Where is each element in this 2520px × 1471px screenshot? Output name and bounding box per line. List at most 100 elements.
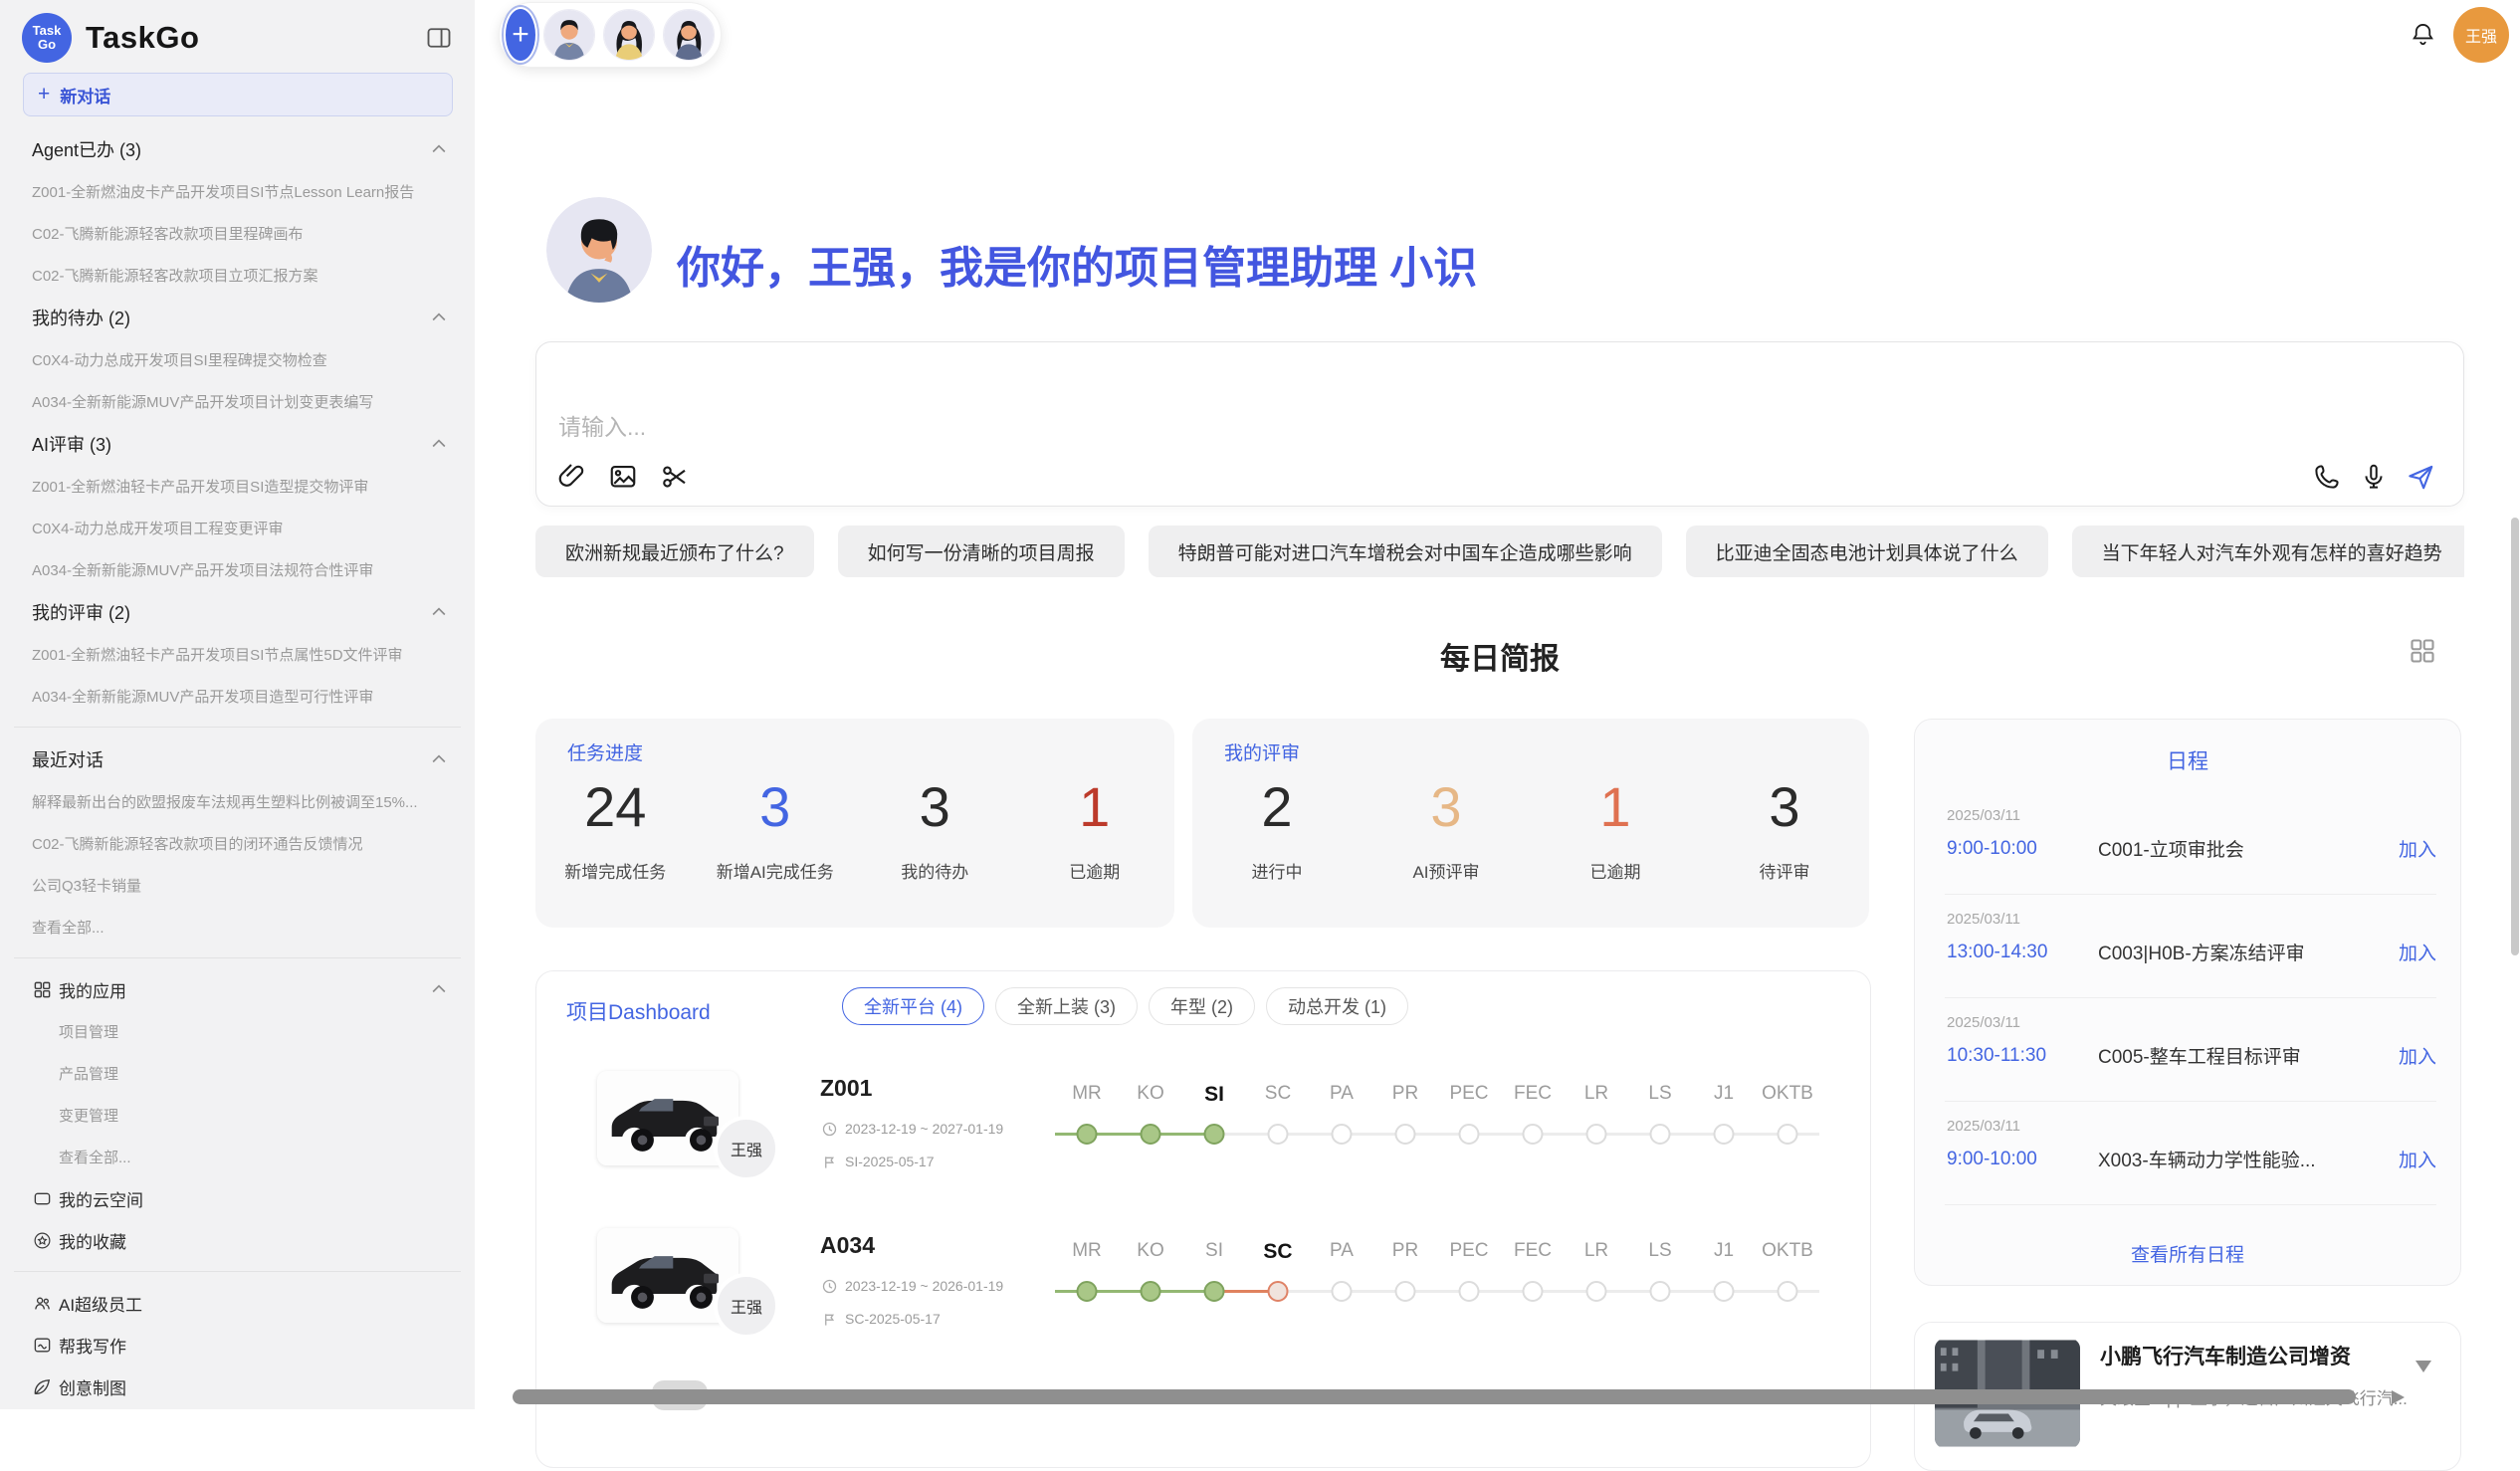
task-item[interactable]: Z001-全新燃油轻卡产品开发项目SI节点属性5D文件评审 bbox=[0, 633, 475, 675]
scroll-right-arrow[interactable] bbox=[2392, 1390, 2405, 1404]
milestone: PEC bbox=[1437, 1236, 1501, 1324]
milestone: SI bbox=[1182, 1236, 1246, 1324]
meeting-name: C001-立项审批会 bbox=[2098, 835, 2244, 862]
recent-chat-item[interactable]: C02-飞腾新能源轻客改款项目的闭环通告反馈情况 bbox=[0, 822, 475, 864]
new-chat-button[interactable]: + 新对话 bbox=[23, 73, 453, 116]
milestone: SI bbox=[1182, 1079, 1246, 1166]
tab-powertrain-dev[interactable]: 动总开发 (1) bbox=[1266, 987, 1408, 1025]
chevron-up-icon[interactable] bbox=[429, 308, 449, 327]
task-item[interactable]: C02-飞腾新能源轻客改款项目立项汇报方案 bbox=[0, 254, 475, 296]
task-item[interactable]: C0X4-动力总成开发项目SI里程碑提交物检查 bbox=[0, 338, 475, 380]
project-name: A034 bbox=[820, 1232, 875, 1259]
phone-icon[interactable] bbox=[2312, 462, 2342, 492]
main-area: + 王强 你好，王强，我是你的项目管理助理 小识 欧洲新 bbox=[475, 0, 2520, 1409]
sidebar-item-write-for-me[interactable]: 帮我写作 bbox=[0, 1324, 475, 1366]
agent-avatar-2[interactable] bbox=[603, 9, 655, 61]
chevron-up-icon[interactable] bbox=[429, 434, 449, 454]
project-flag-date: SC-2025-05-17 bbox=[822, 1311, 941, 1327]
sidebar-nav: Agent已办 (3) Z001-全新燃油皮卡产品开发项目SI节点Lesson … bbox=[0, 127, 475, 1409]
sidebar-item-favorites[interactable]: 我的收藏 bbox=[0, 1219, 475, 1261]
milestone-timeline: MR KO SI SC PA PR PEC FEC LR LS J1 OKTB bbox=[1055, 1236, 1819, 1324]
vertical-scrollbar[interactable] bbox=[2511, 518, 2519, 955]
chat-input[interactable] bbox=[558, 414, 1952, 441]
dashboard-tabs: 全新平台 (4) 全新上装 (3) 年型 (2) 动总开发 (1) bbox=[842, 987, 1408, 1025]
task-item[interactable]: A034-全新新能源MUV产品开发项目造型可行性评审 bbox=[0, 675, 475, 717]
add-agent-button[interactable]: + bbox=[506, 9, 535, 61]
section-ai-review[interactable]: AI评审 (3) bbox=[0, 422, 475, 465]
sidebar-item-my-apps[interactable]: 我的应用 bbox=[0, 968, 475, 1010]
task-item[interactable]: Z001-全新燃油轻卡产品开发项目SI造型提交物评审 bbox=[0, 465, 475, 507]
logo-row: Task Go TaskGo bbox=[22, 12, 453, 64]
task-item[interactable]: A034-全新新能源MUV产品开发项目法规符合性评审 bbox=[0, 548, 475, 590]
recent-chat-item[interactable]: 解释最新出台的欧盟报废车法规再生塑料比例被调至15%... bbox=[0, 780, 475, 822]
task-item[interactable]: C02-飞腾新能源轻客改款项目里程碑画布 bbox=[0, 212, 475, 254]
app-item-change-mgmt[interactable]: 变更管理 bbox=[0, 1094, 475, 1136]
section-recent-chats[interactable]: 最近对话 bbox=[0, 737, 475, 780]
apps-view-all[interactable]: 查看全部... bbox=[0, 1136, 475, 1177]
milestone: SC bbox=[1246, 1079, 1310, 1166]
divider bbox=[14, 727, 461, 728]
dashboard-title: 项目Dashboard bbox=[566, 996, 711, 1026]
app-item-project-mgmt[interactable]: 项目管理 bbox=[0, 1010, 475, 1052]
tab-new-upfit[interactable]: 全新上装 (3) bbox=[995, 987, 1138, 1025]
tab-model-year[interactable]: 年型 (2) bbox=[1149, 987, 1255, 1025]
microphone-icon[interactable] bbox=[2359, 462, 2389, 492]
send-icon[interactable] bbox=[2406, 462, 2435, 492]
assistant-avatar bbox=[546, 197, 652, 303]
chevron-up-icon[interactable] bbox=[429, 749, 449, 769]
sidebar-collapse-icon[interactable] bbox=[425, 24, 453, 52]
horizontal-scrollbar[interactable] bbox=[513, 1389, 2356, 1404]
divider bbox=[14, 1271, 461, 1272]
stat: 1已逾期 bbox=[1015, 776, 1175, 883]
meeting-name: X003-车辆动力学性能验... bbox=[2098, 1146, 2316, 1172]
milestone: J1 bbox=[1692, 1236, 1756, 1324]
suggestion-chip[interactable]: 当下年轻人对汽车外观有怎样的喜好趋势 bbox=[2072, 525, 2464, 577]
join-link[interactable]: 加入 bbox=[2399, 835, 2436, 862]
task-progress-card: 任务进度 24新增完成任务 3新增AI完成任务 3我的待办 1已逾期 bbox=[535, 719, 1174, 928]
sidebar-item-cloud-space[interactable]: 我的云空间 bbox=[0, 1177, 475, 1219]
join-link[interactable]: 加入 bbox=[2399, 1146, 2436, 1172]
user-avatar[interactable]: 王强 bbox=[2453, 7, 2509, 63]
app-title: TaskGo bbox=[86, 20, 199, 56]
join-link[interactable]: 加入 bbox=[2399, 1042, 2436, 1069]
sidebar-item-creative-drawing[interactable]: 创意制图 bbox=[0, 1366, 475, 1407]
section-agent-done[interactable]: Agent已办 (3) bbox=[0, 127, 475, 170]
scroll-down-arrow[interactable] bbox=[2415, 1361, 2431, 1372]
sidebar-item-ai-employees[interactable]: AI超级员工 bbox=[0, 1282, 475, 1324]
attachment-icon[interactable] bbox=[556, 462, 586, 492]
suggestion-chip[interactable]: 比亚迪全固态电池计划具体说了什么 bbox=[1686, 525, 2048, 577]
app-item-product-mgmt[interactable]: 产品管理 bbox=[0, 1052, 475, 1094]
section-my-todo[interactable]: 我的待办 (2) bbox=[0, 296, 475, 338]
task-item[interactable]: C0X4-动力总成开发项目工程变更评审 bbox=[0, 507, 475, 548]
users-icon bbox=[33, 1294, 52, 1313]
layout-grid-icon[interactable] bbox=[2409, 637, 2436, 665]
meeting-name: C003|H0B-方案冻结评审 bbox=[2098, 939, 2305, 965]
chevron-up-icon[interactable] bbox=[429, 139, 449, 159]
news-title: 小鹏飞行汽车制造公司增资 bbox=[2100, 1341, 2444, 1370]
view-all-schedule-link[interactable]: 查看所有日程 bbox=[1915, 1240, 2460, 1267]
chevron-up-icon[interactable] bbox=[429, 602, 449, 622]
star-circle-icon bbox=[33, 1231, 52, 1250]
recent-view-all[interactable]: 查看全部... bbox=[0, 906, 475, 947]
task-item[interactable]: Z001-全新燃油皮卡产品开发项目SI节点Lesson Learn报告 bbox=[0, 170, 475, 212]
scissors-icon[interactable] bbox=[660, 462, 690, 492]
agent-avatar-1[interactable] bbox=[543, 9, 595, 61]
meeting-time: 9:00-10:00 bbox=[1947, 838, 2098, 860]
notifications-bell-icon[interactable] bbox=[2410, 21, 2436, 48]
tab-all-new-platform[interactable]: 全新平台 (4) bbox=[842, 987, 984, 1025]
agent-switcher: + bbox=[499, 2, 722, 68]
meeting-name: C005-整车工程目标评审 bbox=[2098, 1042, 2301, 1069]
section-my-review[interactable]: 我的评审 (2) bbox=[0, 590, 475, 633]
new-chat-label: 新对话 bbox=[60, 83, 110, 107]
suggestion-chip[interactable]: 特朗普可能对进口汽车增税会对中国车企造成哪些影响 bbox=[1149, 525, 1662, 577]
image-icon[interactable] bbox=[608, 462, 638, 492]
project-name: Z001 bbox=[820, 1075, 872, 1102]
my-review-card: 我的评审 2进行中 3AI预评审 1已逾期 3待评审 bbox=[1192, 719, 1869, 928]
recent-chat-item[interactable]: 公司Q3轻卡销量 bbox=[0, 864, 475, 906]
task-item[interactable]: A034-全新新能源MUV产品开发项目计划变更表编写 bbox=[0, 380, 475, 422]
agent-avatar-3[interactable] bbox=[663, 9, 715, 61]
join-link[interactable]: 加入 bbox=[2399, 939, 2436, 965]
suggestion-chip[interactable]: 如何写一份清晰的项目周报 bbox=[838, 525, 1125, 577]
chevron-up-icon[interactable] bbox=[429, 979, 449, 999]
suggestion-chip[interactable]: 欧洲新规最近颁布了什么? bbox=[535, 525, 814, 577]
